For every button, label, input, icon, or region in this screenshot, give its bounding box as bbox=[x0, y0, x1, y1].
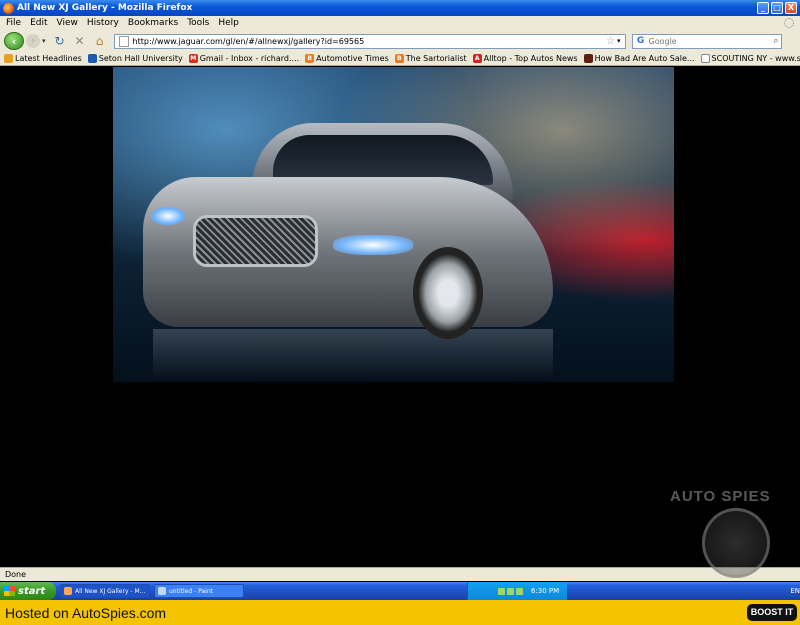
bookmark-latest-headlines[interactable]: Latest Headlines bbox=[4, 54, 82, 63]
bookmark-star-icon[interactable]: ☆ bbox=[606, 36, 615, 47]
watermark-text: AUTO SPIES bbox=[670, 488, 771, 505]
gmail-icon: M bbox=[188, 54, 198, 63]
bookmarks-toolbar: Latest Headlines Seton Hall University M… bbox=[0, 52, 800, 66]
search-input[interactable] bbox=[648, 36, 774, 46]
window-title-bar[interactable]: All New XJ Gallery - Mozilla Firefox _ □… bbox=[0, 0, 800, 16]
paint-icon bbox=[158, 587, 166, 595]
close-button[interactable]: X bbox=[785, 2, 797, 14]
menu-file[interactable]: File bbox=[6, 18, 21, 28]
hosted-text[interactable]: Hosted on AutoSpies.com bbox=[5, 605, 166, 621]
address-bar[interactable]: http://www.jaguar.com/gl/en/#/allnewxj/g… bbox=[113, 33, 626, 49]
address-input[interactable]: http://www.jaguar.com/gl/en/#/allnewxj/g… bbox=[133, 37, 607, 46]
rss-icon bbox=[4, 54, 13, 63]
bookmark-scouting-ny[interactable]: SCOUTING NY - www.s... bbox=[700, 54, 800, 63]
address-dropdown-icon[interactable]: ▾ bbox=[617, 37, 621, 45]
reload-icon[interactable]: ↻ bbox=[52, 33, 68, 49]
taskbar-item-paint[interactable]: untitled - Paint bbox=[154, 584, 244, 598]
menu-view[interactable]: View bbox=[57, 18, 78, 28]
forward-button[interactable]: › bbox=[26, 34, 40, 48]
menu-history[interactable]: History bbox=[87, 18, 119, 28]
windows-logo-icon bbox=[4, 586, 15, 596]
university-icon bbox=[87, 54, 97, 63]
stop-icon[interactable]: ✕ bbox=[72, 33, 88, 49]
menu-tools[interactable]: Tools bbox=[187, 18, 209, 28]
bookmark-sartorialist[interactable]: B The Sartorialist bbox=[394, 54, 467, 63]
navigation-toolbar: ‹ › ▾ ↻ ✕ ⌂ http://www.jaguar.com/gl/en/… bbox=[0, 30, 800, 52]
network-icon[interactable] bbox=[497, 587, 505, 595]
system-tray: 6:30 PM bbox=[467, 582, 568, 600]
google-search-engine-icon[interactable]: G bbox=[635, 36, 647, 47]
start-button[interactable]: start bbox=[0, 582, 56, 600]
history-dropdown-icon[interactable]: ▾ bbox=[42, 37, 46, 45]
language-indicator[interactable]: EN bbox=[790, 587, 800, 595]
search-icon[interactable]: ⌕ bbox=[773, 36, 778, 46]
page-icon bbox=[700, 54, 710, 63]
search-bar[interactable]: G ⌕ bbox=[631, 33, 782, 49]
security-icon[interactable] bbox=[515, 587, 523, 595]
status-text: Done bbox=[5, 570, 27, 579]
car-headlight-left bbox=[151, 207, 185, 225]
blogger-icon: B bbox=[305, 54, 315, 63]
autospies-logo-icon bbox=[702, 508, 770, 578]
tray-icons bbox=[496, 587, 523, 595]
bookmark-gmail[interactable]: M Gmail - Inbox - richard.... bbox=[188, 54, 299, 63]
clock[interactable]: 6:30 PM bbox=[531, 587, 559, 595]
bookmark-auto-sales[interactable]: How Bad Are Auto Sale... bbox=[583, 54, 695, 63]
site-icon bbox=[583, 54, 593, 63]
car-gallery-photo[interactable] bbox=[113, 67, 674, 382]
menu-bookmarks[interactable]: Bookmarks bbox=[128, 18, 178, 28]
photo-reflection bbox=[153, 329, 553, 379]
menu-bar: File Edit View History Bookmarks Tools H… bbox=[0, 16, 800, 30]
bookmark-automotive-times[interactable]: B Automotive Times bbox=[305, 54, 389, 63]
throbber-icon bbox=[784, 18, 794, 28]
firefox-icon bbox=[64, 587, 72, 595]
window-title: All New XJ Gallery - Mozilla Firefox bbox=[17, 3, 193, 13]
firefox-icon bbox=[3, 2, 14, 14]
windows-taskbar: start All New XJ Gallery - M... untitled… bbox=[0, 582, 800, 600]
maximize-button[interactable]: □ bbox=[771, 2, 783, 14]
taskbar-item-firefox[interactable]: All New XJ Gallery - M... bbox=[60, 584, 150, 598]
blogger-icon: B bbox=[394, 54, 404, 63]
car-grille bbox=[193, 215, 318, 267]
hosted-banner: Hosted on AutoSpies.com BOOST IT bbox=[0, 600, 800, 625]
menu-edit[interactable]: Edit bbox=[30, 18, 47, 28]
car-wheel bbox=[413, 247, 483, 339]
autospies-watermark: AUTO SPIES bbox=[670, 488, 800, 583]
bookmark-alltop[interactable]: A Alltop - Top Autos News bbox=[472, 54, 578, 63]
boost-it-button[interactable]: BOOST IT bbox=[747, 604, 797, 621]
car-headlight-right bbox=[333, 235, 413, 255]
menu-help[interactable]: Help bbox=[218, 18, 239, 28]
volume-icon[interactable] bbox=[506, 587, 514, 595]
page-icon bbox=[118, 35, 129, 47]
minimize-button[interactable]: _ bbox=[757, 2, 769, 14]
alltop-icon: A bbox=[472, 54, 482, 63]
bookmark-seton-hall[interactable]: Seton Hall University bbox=[87, 54, 183, 63]
back-button[interactable]: ‹ bbox=[4, 32, 24, 50]
home-icon[interactable]: ⌂ bbox=[92, 33, 108, 49]
